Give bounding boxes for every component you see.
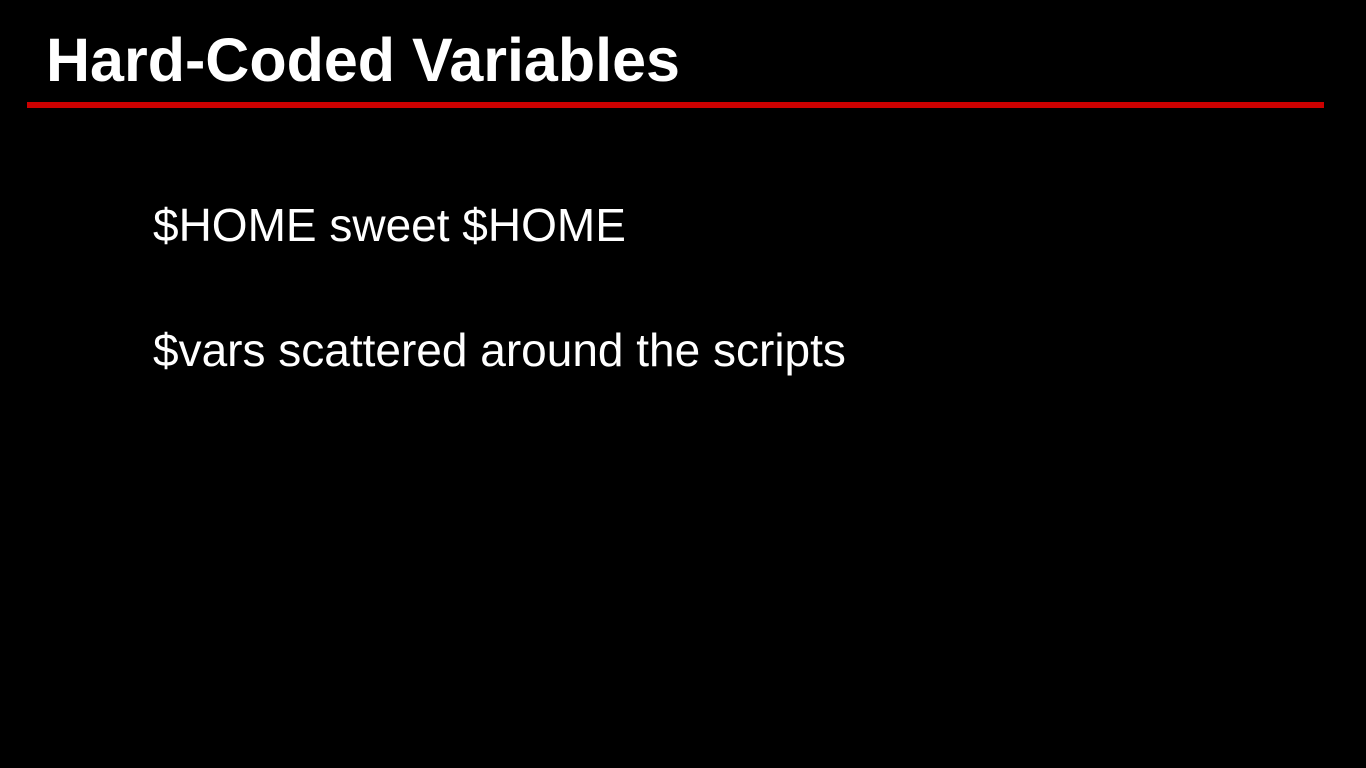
bullet-item-home: $HOME sweet $HOME [153, 199, 626, 251]
title-underline-rule [27, 102, 1324, 108]
presentation-slide: Hard-Coded Variables $HOME sweet $HOME $… [0, 0, 1366, 768]
bullet-list: $HOME sweet $HOME $vars scattered around… [153, 196, 846, 379]
bullet-item-vars: $vars scattered around the scripts [153, 324, 846, 376]
slide-title: Hard-Coded Variables [46, 26, 680, 94]
